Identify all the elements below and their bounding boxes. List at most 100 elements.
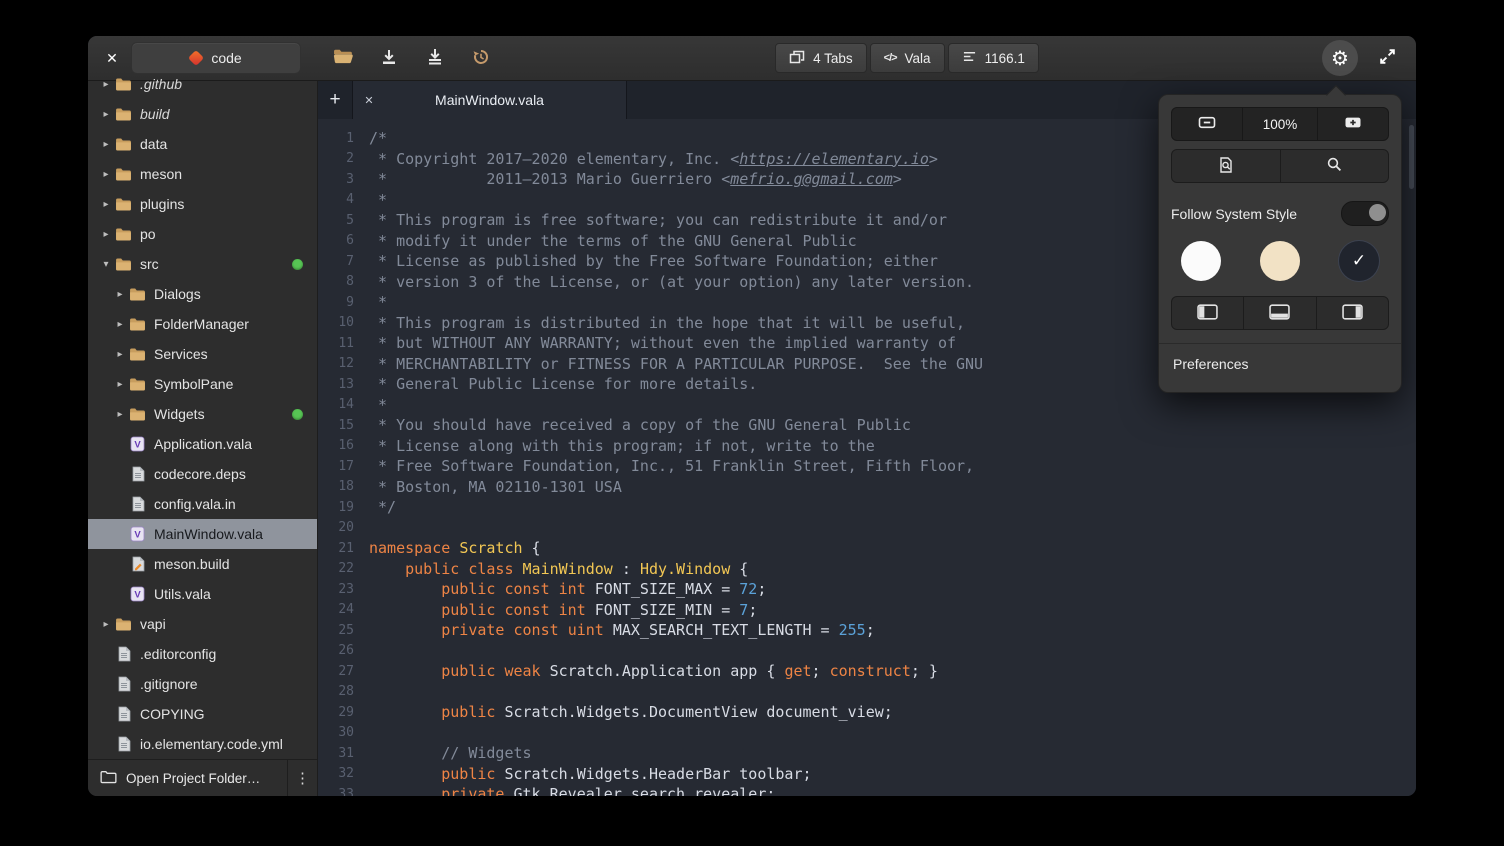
expand-arrow-icon[interactable]: ▸	[98, 139, 114, 150]
line-number: 14	[318, 397, 369, 412]
code-line[interactable]: 22 public class MainWindow : Hdy.Window …	[318, 559, 1416, 580]
line-text: * Free Software Foundation, Inc., 51 Fra…	[369, 457, 974, 475]
expand-arrow-icon[interactable]: ▸	[98, 619, 114, 630]
sidebar-item-meson[interactable]: ▸meson	[88, 159, 317, 189]
settings-gear-button[interactable]: ⚙	[1322, 40, 1358, 76]
line-number: 7	[318, 254, 369, 269]
expand-arrow-icon[interactable]: ▸	[98, 79, 114, 90]
find-in-files-button[interactable]	[1172, 150, 1281, 182]
code-line[interactable]: 27 public weak Scratch.Application app {…	[318, 661, 1416, 682]
code-line[interactable]: 17 * Free Software Foundation, Inc., 51 …	[318, 456, 1416, 477]
save-as-button[interactable]	[420, 43, 450, 73]
sidebar-item-symbolpane[interactable]: ▸SymbolPane	[88, 369, 317, 399]
code-line[interactable]: 23 public const int FONT_SIZE_MAX = 72;	[318, 579, 1416, 600]
expand-arrow-icon[interactable]: ▸	[98, 109, 114, 120]
code-line[interactable]: 21namespace Scratch {	[318, 538, 1416, 559]
switch-knob	[1369, 204, 1386, 221]
sidebar-item-po[interactable]: ▸po	[88, 219, 317, 249]
sidebar-item-dialogs[interactable]: ▸Dialogs	[88, 279, 317, 309]
open-file-button[interactable]	[328, 43, 358, 73]
show-bottom-panel-button[interactable]	[1244, 297, 1316, 329]
code-line[interactable]: 20	[318, 518, 1416, 539]
fullscreen-button[interactable]	[1374, 44, 1402, 72]
code-line[interactable]: 15 * You should have received a copy of …	[318, 415, 1416, 436]
sidebar-item-vapi[interactable]: ▸vapi	[88, 609, 317, 639]
code-line[interactable]: 28	[318, 682, 1416, 703]
code-line[interactable]: 19 */	[318, 497, 1416, 518]
sidebar-item-gitignore[interactable]: .gitignore	[88, 669, 317, 699]
style-sepia-button[interactable]	[1260, 241, 1300, 281]
language-button[interactable]: </> Vala	[870, 43, 945, 73]
code-line[interactable]: 16 * License along with this program; if…	[318, 436, 1416, 457]
expand-arrow-icon[interactable]: ▸	[112, 379, 128, 390]
find-button[interactable]	[1281, 150, 1389, 182]
expand-arrow-icon[interactable]: ▸	[112, 409, 128, 420]
sidebar-item-config-vala-in[interactable]: config.vala.in	[88, 489, 317, 519]
code-brackets-icon: </>	[884, 52, 897, 64]
sidebar-item-data[interactable]: ▸data	[88, 129, 317, 159]
follow-system-style-switch[interactable]	[1341, 201, 1389, 226]
sidebar-item-src[interactable]: ▾src	[88, 249, 317, 279]
style-light-button[interactable]	[1181, 241, 1221, 281]
tabs-overview-button[interactable]: 4 Tabs	[775, 43, 867, 73]
save-file-button[interactable]	[374, 43, 404, 73]
code-line[interactable]: 24 public const int FONT_SIZE_MIN = 7;	[318, 600, 1416, 621]
show-left-panel-button[interactable]	[1172, 297, 1244, 329]
code-line[interactable]: 32 public Scratch.Widgets.HeaderBar tool…	[318, 764, 1416, 785]
sidebar-menu-button[interactable]: ⋮	[287, 760, 317, 796]
expand-arrow-icon[interactable]: ▸	[112, 289, 128, 300]
sidebar-item-io-elementary-code-yml[interactable]: io.elementary.code.yml	[88, 729, 317, 759]
preferences-menu-item[interactable]: Preferences	[1171, 344, 1389, 380]
code-line[interactable]: 33 private Gtk.Revealer search_revealer;	[318, 784, 1416, 796]
sidebar-item-plugins[interactable]: ▸ plugins	[88, 189, 317, 219]
sidebar-item-editorconfig[interactable]: .editorconfig	[88, 639, 317, 669]
zoom-in-icon	[1343, 115, 1363, 133]
sidebar-item-foldermanager[interactable]: ▸FolderManager	[88, 309, 317, 339]
sidebar-item-application-vala[interactable]: VApplication.vala	[88, 429, 317, 459]
code-line[interactable]: 25 private const uint MAX_SEARCH_TEXT_LE…	[318, 620, 1416, 641]
code-line[interactable]: 30	[318, 723, 1416, 744]
expand-arrow-icon[interactable]: ▸	[112, 349, 128, 360]
code-line[interactable]: 29 public Scratch.Widgets.DocumentView d…	[318, 702, 1416, 723]
code-line[interactable]: 18 * Boston, MA 02110-1301 USA	[318, 477, 1416, 498]
code-line[interactable]: 14 *	[318, 395, 1416, 416]
file-icon	[114, 646, 133, 662]
open-project-folder-button[interactable]: Open Project Folder…	[88, 760, 287, 796]
sidebar-item-codecore-deps[interactable]: codecore.deps	[88, 459, 317, 489]
zoom-level[interactable]: 100%	[1242, 108, 1318, 140]
sidebar-item-meson-build[interactable]: meson.build	[88, 549, 317, 579]
history-button[interactable]	[466, 43, 496, 73]
expand-arrow-icon[interactable]: ▸	[112, 319, 128, 330]
sidebar-item-widgets[interactable]: ▸Widgets	[88, 399, 317, 429]
item-label: Utils.vala	[154, 586, 317, 602]
code-line[interactable]: 31 // Widgets	[318, 743, 1416, 764]
sidebar-item-github[interactable]: ▸.github	[88, 69, 317, 99]
zoom-in-button[interactable]	[1318, 108, 1388, 140]
item-label: plugins	[140, 196, 317, 212]
line-number: 24	[318, 602, 369, 617]
sidebar-item-mainwindow-vala[interactable]: VMainWindow.vala	[88, 519, 317, 549]
window-close-button[interactable]: ✕	[100, 46, 124, 70]
line-text: * This program is free software; you can…	[369, 211, 947, 229]
expand-arrow-icon[interactable]: ▸	[98, 199, 114, 210]
zoom-out-button[interactable]	[1172, 108, 1242, 140]
expand-arrow-icon[interactable]: ▸	[98, 169, 114, 180]
sidebar-item-utils-vala[interactable]: VUtils.vala	[88, 579, 317, 609]
scrollbar-thumb[interactable]	[1409, 125, 1414, 189]
sidebar-item-services[interactable]: ▸Services	[88, 339, 317, 369]
sidebar-item-copying[interactable]: COPYING	[88, 699, 317, 729]
line-indicator-icon	[962, 50, 977, 66]
follow-system-style-label: Follow System Style	[1171, 206, 1297, 222]
code-line[interactable]: 26	[318, 641, 1416, 662]
expand-arrow-icon[interactable]: ▸	[98, 229, 114, 240]
show-right-panel-button[interactable]	[1317, 297, 1388, 329]
collapse-arrow-icon[interactable]: ▾	[98, 259, 114, 270]
style-dark-button[interactable]: ✓	[1339, 241, 1379, 281]
panel-left-icon	[1197, 304, 1218, 323]
line-column-button[interactable]: 1166.1	[948, 43, 1039, 73]
sidebar-item-build[interactable]: ▸build	[88, 99, 317, 129]
new-tab-button[interactable]: +	[318, 81, 352, 119]
tab-close-button[interactable]: ✕	[353, 94, 385, 107]
project-name: code	[211, 50, 241, 66]
tab-mainwindow-vala[interactable]: ✕ MainWindow.vala	[352, 81, 627, 119]
